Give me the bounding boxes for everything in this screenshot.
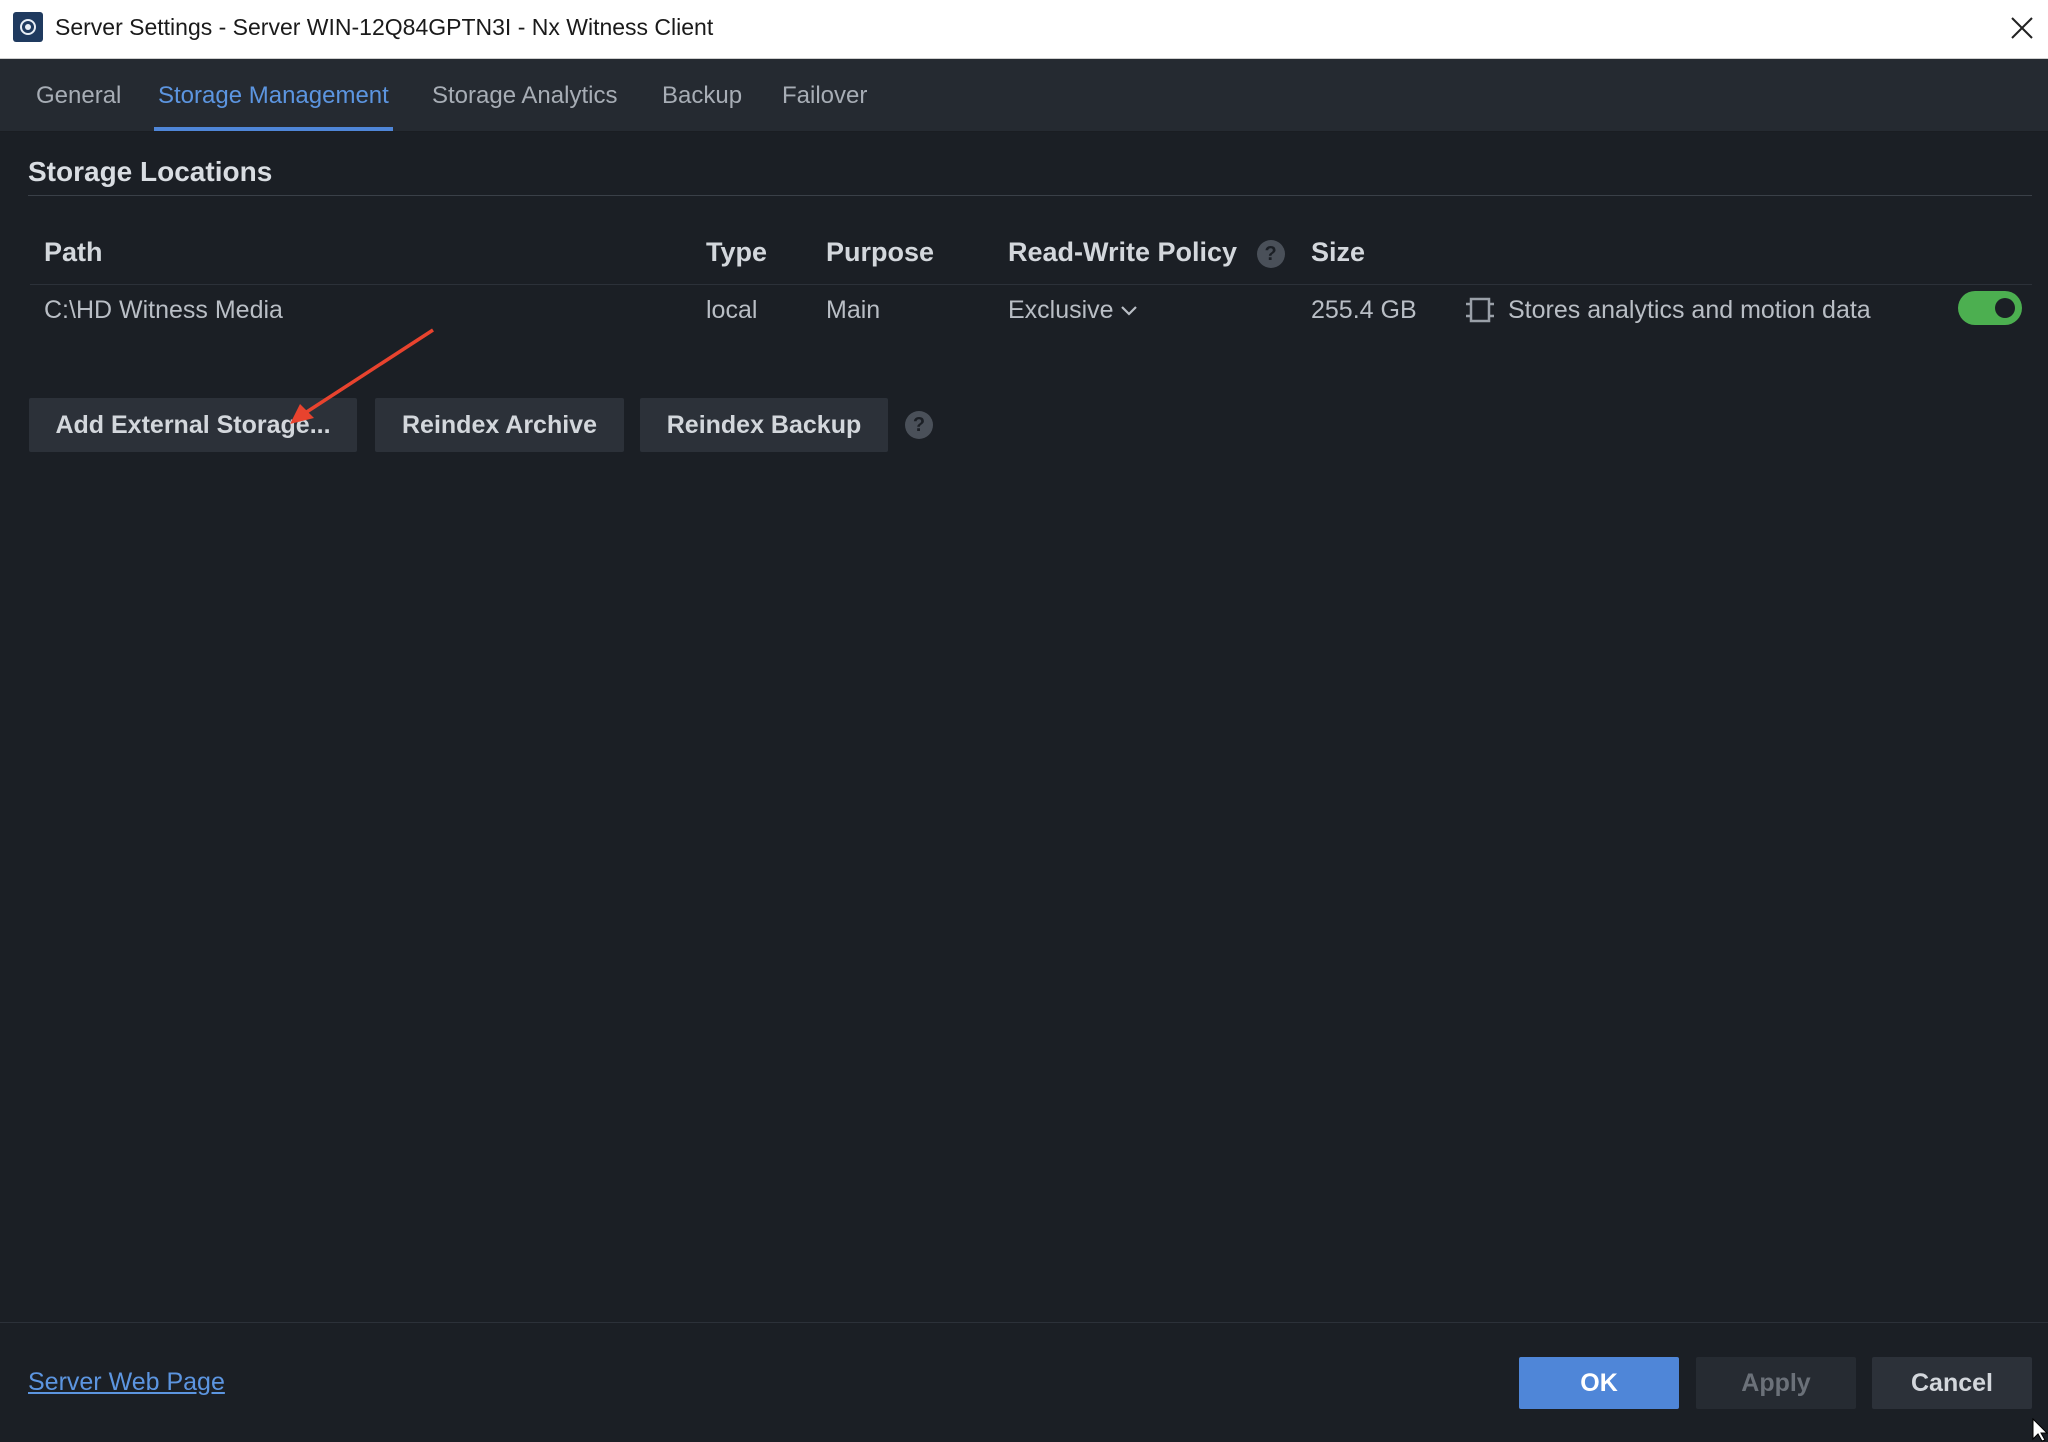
row-type: local: [706, 296, 758, 324]
column-header-policy: Read-Write Policy ?: [1008, 237, 1285, 268]
section-divider: [28, 195, 2032, 196]
analytics-chip-icon: [1466, 297, 1494, 323]
tab-failover[interactable]: Failover: [782, 59, 867, 131]
footer-divider: [0, 1322, 2048, 1323]
mouse-cursor-icon: [2032, 1418, 2048, 1442]
title-bar: Server Settings - Server WIN-12Q84GPTN3I…: [0, 0, 2048, 59]
help-icon[interactable]: ?: [1256, 239, 1285, 268]
row-size: 255.4 GB: [1311, 296, 1417, 324]
row-path: C:\HD Witness Media: [44, 296, 283, 324]
chevron-down-icon: [1120, 306, 1137, 316]
section-title: Storage Locations: [28, 156, 273, 187]
app-logo-icon: [13, 12, 43, 42]
server-web-page-link[interactable]: Server Web Page: [28, 1368, 225, 1397]
policy-value: Exclusive: [1008, 296, 1114, 324]
ok-button[interactable]: OK: [1519, 1357, 1679, 1409]
tab-storage-analytics[interactable]: Storage Analytics: [432, 59, 617, 131]
column-header-path: Path: [44, 237, 103, 267]
column-header-policy-label: Read-Write Policy: [1008, 237, 1238, 267]
column-header-size: Size: [1311, 237, 1366, 267]
tab-general[interactable]: General: [36, 59, 121, 131]
tab-backup[interactable]: Backup: [662, 59, 742, 131]
analytics-label: Stores analytics and motion data: [1508, 296, 1871, 324]
cancel-button[interactable]: Cancel: [1872, 1357, 2032, 1409]
header-divider: [30, 284, 2032, 285]
close-icon[interactable]: [2004, 10, 2040, 46]
tab-bar: General Storage Management Storage Analy…: [0, 59, 2048, 132]
help-icon[interactable]: ?: [905, 411, 933, 439]
column-header-purpose: Purpose: [826, 237, 935, 267]
tab-storage-management[interactable]: Storage Management: [154, 59, 393, 131]
window-title: Server Settings - Server WIN-12Q84GPTN3I…: [55, 14, 714, 40]
column-header-type: Type: [706, 237, 768, 267]
row-purpose: Main: [826, 296, 881, 324]
annotation-arrow-icon: [290, 328, 434, 424]
reindex-backup-button[interactable]: Reindex Backup: [640, 398, 888, 452]
policy-dropdown[interactable]: Exclusive: [1008, 296, 1138, 325]
storage-enabled-toggle[interactable]: [1958, 291, 2022, 325]
apply-button[interactable]: Apply: [1696, 1357, 1856, 1409]
